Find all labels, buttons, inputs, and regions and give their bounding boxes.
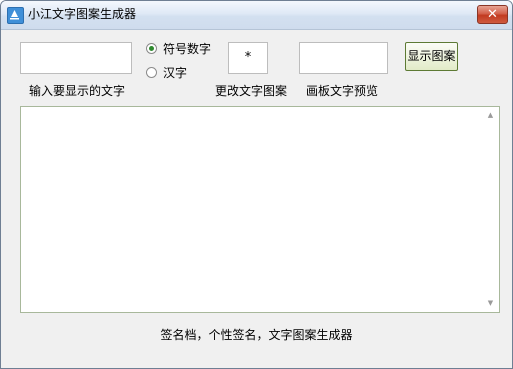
vertical-scrollbar[interactable]: ▲ ▼ [482, 107, 499, 312]
preview-text-input[interactable] [299, 42, 388, 74]
preview-text-label: 画板文字预览 [306, 84, 379, 98]
pattern-char-input[interactable]: * [228, 42, 268, 74]
radio-symbol-number-label[interactable]: 符号数字 [163, 41, 211, 57]
client-area: 输入要显示的文字 符号数字 汉字 * 更改文字图案 画板文字预览 显示图案 ▲ … [1, 30, 512, 368]
window-title: 小江文字图案生成器 [28, 7, 137, 21]
output-textarea[interactable]: ▲ ▼ [20, 106, 500, 313]
footer-text: 签名档，个性签名，文字图案生成器 [160, 328, 353, 342]
show-pattern-button[interactable]: 显示图案 [405, 42, 458, 71]
close-button[interactable]: ✕ [477, 5, 508, 24]
scroll-down-arrow-icon[interactable]: ▼ [482, 295, 499, 312]
app-icon [7, 7, 24, 24]
close-icon: ✕ [487, 7, 498, 22]
radio-symbol-number[interactable] [146, 43, 157, 54]
pattern-char-label: 更改文字图案 [215, 84, 288, 98]
scroll-up-arrow-icon[interactable]: ▲ [482, 107, 499, 124]
text-input-label: 输入要显示的文字 [29, 84, 126, 98]
main-window: 小江文字图案生成器 ✕ 输入要显示的文字 符号数字 汉字 * 更改文字图案 画板… [0, 0, 513, 369]
radio-chinese-char[interactable] [146, 67, 157, 78]
radio-chinese-char-label[interactable]: 汉字 [163, 65, 187, 81]
title-bar[interactable]: 小江文字图案生成器 ✕ [1, 1, 512, 30]
text-input[interactable] [20, 42, 132, 74]
